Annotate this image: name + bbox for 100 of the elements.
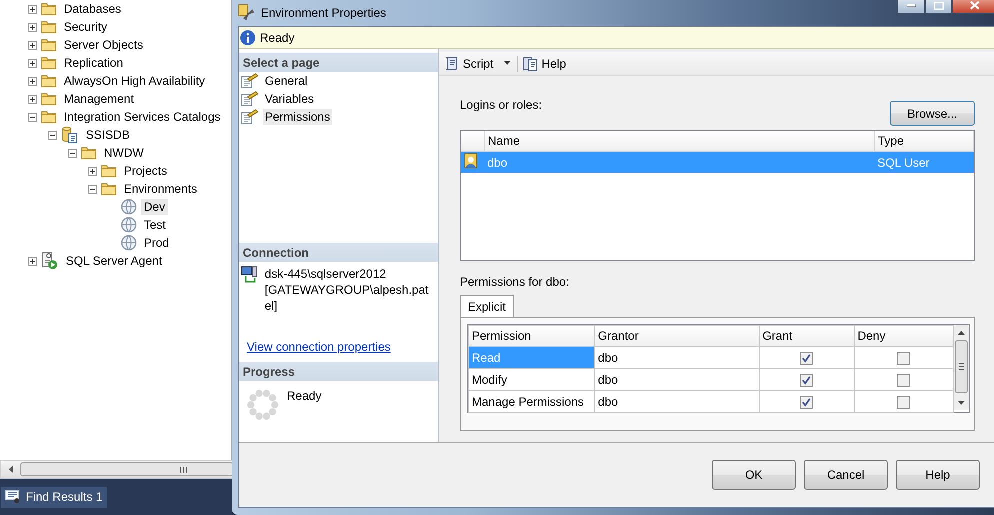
folder-icon (81, 146, 97, 160)
page-item[interactable]: Variables (263, 91, 316, 107)
header-cell (461, 131, 484, 152)
checkbox[interactable] (897, 396, 910, 409)
table-cell: dbo (484, 152, 874, 173)
tree-item[interactable]: Replication (61, 55, 126, 71)
status-text: Ready (260, 30, 295, 44)
expand-icon[interactable] (28, 22, 37, 32)
minimize-icon (906, 4, 916, 8)
expand-icon[interactable] (28, 76, 37, 86)
minimize-button[interactable] (897, 0, 925, 14)
column-header[interactable]: Type (874, 131, 974, 152)
column-header[interactable]: Deny (854, 326, 954, 346)
page-item[interactable]: Permissions (263, 109, 332, 125)
tree-item[interactable]: Management (61, 91, 138, 107)
tab[interactable]: Explicit (460, 295, 514, 317)
section-header: Progress (239, 362, 438, 381)
checkbox[interactable] (800, 396, 814, 409)
globe-icon (121, 235, 137, 251)
folder-icon (41, 2, 57, 16)
taskbar-tab[interactable]: Find Results 1 (1, 486, 107, 508)
checkbox[interactable] (800, 374, 814, 387)
server-icon (241, 266, 259, 284)
server-name: dsk-445\sqlserver2012 (264, 266, 388, 282)
tree-item[interactable]: Prod (141, 235, 172, 251)
section-header: Select a page (239, 53, 438, 72)
tree-item[interactable]: SQL Server Agent (63, 253, 166, 269)
folder-icon (101, 164, 117, 178)
dialog-button[interactable]: OK (712, 460, 796, 490)
expand-icon[interactable] (28, 4, 37, 14)
column-header[interactable]: Grantor (594, 326, 760, 346)
maximize-icon (934, 2, 944, 10)
page-item[interactable]: General (263, 73, 310, 89)
expand-icon[interactable] (88, 166, 97, 176)
results-icon (5, 490, 21, 504)
folder-icon (41, 20, 57, 34)
table-cell: dbo (594, 390, 760, 412)
column-header[interactable]: Permission (468, 326, 595, 346)
tree-item[interactable]: AlwaysOn High Availability (61, 73, 208, 89)
section-header: Connection (239, 243, 438, 262)
tree-item[interactable]: Dev (141, 199, 168, 215)
checkbox[interactable] (800, 352, 814, 365)
folder-icon (41, 38, 57, 52)
table-cell: Read (468, 346, 595, 368)
folder-icon (41, 74, 57, 88)
agent-icon (41, 252, 59, 270)
tree-item[interactable]: Test (141, 217, 170, 233)
checkbox[interactable] (897, 352, 910, 365)
help-button[interactable]: Help (520, 56, 568, 72)
caret-icon (502, 61, 512, 66)
collapse-icon[interactable] (28, 112, 37, 122)
close-button[interactable] (952, 0, 994, 14)
logins-label: Logins or roles: (460, 98, 542, 112)
database-icon (61, 126, 79, 144)
tree-item[interactable]: Server Objects (61, 37, 146, 53)
vertical-scrollbar[interactable] (954, 325, 969, 410)
scroll-icon (444, 56, 460, 72)
dialog-button[interactable]: Help (896, 460, 980, 490)
tree-item[interactable]: NWDW (101, 145, 147, 161)
tree-item[interactable]: Security (61, 19, 110, 35)
properties-icon (238, 4, 256, 22)
dialog-button[interactable]: Cancel (804, 460, 888, 490)
login-name: [GATEWAYGROUP\alpesh.patel] (264, 282, 430, 314)
window-title: Environment Properties (261, 6, 386, 20)
checkbox[interactable] (897, 374, 910, 387)
close-icon (970, 1, 980, 10)
info-icon (240, 30, 256, 46)
expand-icon[interactable] (28, 40, 37, 50)
table-cell: Modify (468, 368, 595, 390)
tree-item[interactable]: Environments (121, 181, 200, 197)
tree-item[interactable]: Projects (121, 163, 170, 179)
collapse-icon[interactable] (68, 148, 77, 158)
script-button[interactable]: Script (442, 56, 514, 72)
table-cell: dbo (594, 346, 760, 368)
expand-icon[interactable] (28, 256, 37, 266)
globe-icon (121, 217, 137, 233)
folder-icon (41, 56, 57, 70)
user-icon (464, 153, 478, 169)
tree-item[interactable]: Databases (61, 1, 124, 17)
horizontal-scrollbar[interactable] (0, 460, 234, 479)
folder-icon (41, 110, 57, 124)
permissions-label: Permissions for dbo: (460, 275, 570, 291)
spinner-icon (247, 389, 279, 421)
table-cell: SQL User (874, 152, 974, 173)
expand-icon[interactable] (28, 58, 37, 68)
folder-icon (41, 92, 57, 106)
connection-link[interactable]: View connection properties (247, 340, 438, 354)
collapse-icon[interactable] (48, 130, 57, 140)
maximize-button[interactable] (925, 0, 952, 14)
column-header[interactable]: Name (484, 131, 874, 152)
column-header[interactable]: Grant (759, 326, 854, 346)
globe-icon (121, 199, 137, 215)
browse-button[interactable]: Browse... (890, 101, 975, 126)
tree-item[interactable]: Integration Services Catalogs (61, 109, 224, 125)
expand-icon[interactable] (28, 94, 37, 104)
table-cell: dbo (594, 368, 760, 390)
help-book-icon (522, 56, 539, 72)
collapse-icon[interactable] (88, 184, 97, 194)
tree-item[interactable]: SSISDB (83, 127, 134, 143)
progress-status: Ready (287, 389, 322, 405)
